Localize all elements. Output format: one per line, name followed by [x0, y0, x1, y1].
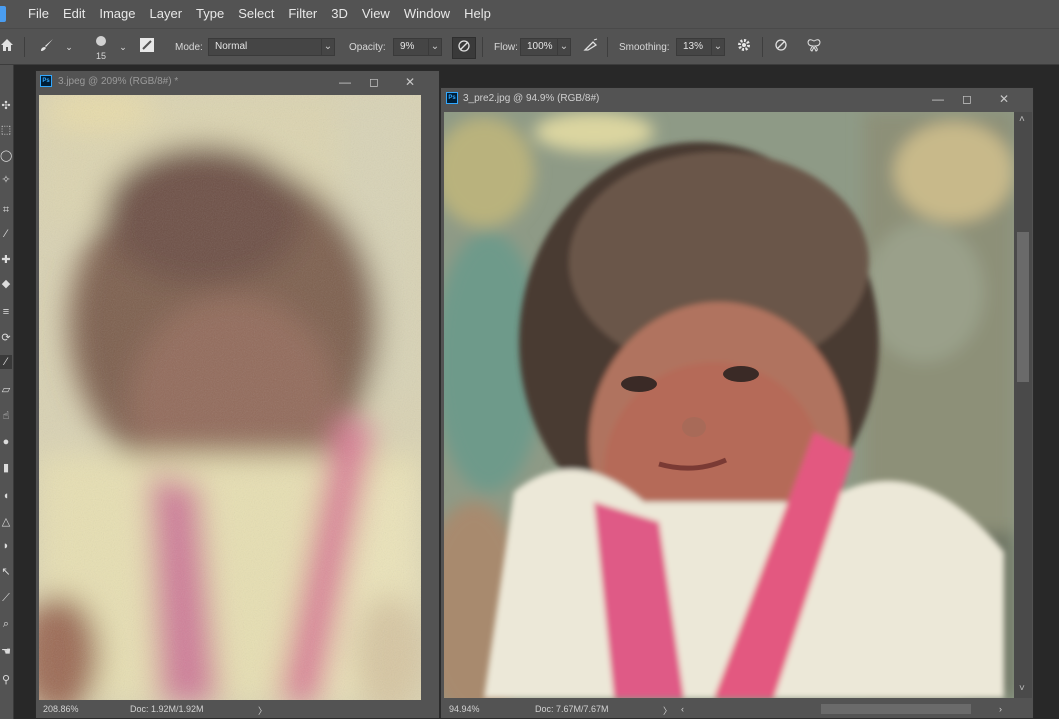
separator [482, 37, 483, 57]
doc-size: Doc: 7.67M/7.67M [535, 704, 609, 714]
flow-label: Flow: [494, 42, 518, 53]
menu-3d[interactable]: 3D [325, 0, 356, 28]
blur-tool-icon[interactable]: ◖ [0, 489, 12, 503]
separator [24, 37, 25, 57]
minimize-icon[interactable]: — [337, 74, 353, 90]
smoothing-label: Smoothing: [619, 42, 670, 53]
menu-filter[interactable]: Filter [282, 0, 325, 28]
chevron-down-icon[interactable]: ⌄ [321, 38, 335, 56]
patch-tool-icon[interactable]: ◆ [0, 277, 12, 291]
mode-label: Mode: [175, 42, 203, 53]
tools-panel: ✣ ⬚ ◯ ✧ ⌗ ⁄ ✚ ◆ ≡ ⟳ ⁄ ▱ ☝ ● ▮ ◖ △ ◗ ↖ ⟋ … [0, 65, 14, 719]
document-tab[interactable]: Ps 3_pre2.jpg @ 94.9% (RGB/8#) — ◻ ✕ [441, 88, 1033, 110]
status-bar: 94.94% Doc: 7.67M/7.67M 〉 ‹ › [441, 700, 1033, 718]
vertical-scrollbar[interactable]: ˄ ˅ [1014, 112, 1032, 698]
document-window-enhanced[interactable]: Ps 3_pre2.jpg @ 94.9% (RGB/8#) — ◻ ✕ ˄ ˅… [440, 87, 1034, 719]
doc-size: Doc: 1.92M/1.92M [130, 704, 204, 714]
smudge-tool-icon[interactable]: ☝ [0, 409, 12, 423]
opacity-label: Opacity: [349, 42, 386, 53]
opacity-input[interactable]: 9% [393, 38, 429, 56]
healing-tool-icon[interactable]: ✚ [0, 253, 12, 267]
image-canvas-original[interactable] [39, 95, 421, 702]
separator [607, 37, 608, 57]
image-canvas-enhanced[interactable] [444, 112, 1014, 698]
status-bar: 208.86% Doc: 1.92M/1.92M 〉 [36, 700, 439, 718]
restore-icon[interactable]: ◻ [959, 91, 975, 107]
chevron-down-icon[interactable]: ⌄ [58, 37, 80, 57]
hand-tool-icon[interactable]: ☚ [0, 645, 12, 659]
scroll-up-icon[interactable]: ˄ [1019, 114, 1025, 125]
chevron-down-icon[interactable]: ⌄ [557, 38, 571, 56]
menu-view[interactable]: View [356, 0, 398, 28]
document-tab[interactable]: Ps 3.jpeg @ 209% (RGB/8#) * — ◻ ✕ [36, 71, 439, 93]
brush-size-value: 15 [96, 51, 107, 61]
lasso-tool-icon[interactable]: ◯ [0, 149, 12, 163]
butterfly-symmetry-icon[interactable] [803, 37, 825, 57]
enhanced-photo-image [444, 112, 1014, 698]
crop-tool-icon[interactable]: ⌗ [0, 203, 12, 217]
brush-tool-icon[interactable] [36, 37, 58, 57]
menu-edit[interactable]: Edit [57, 0, 93, 28]
document-title: 3_pre2.jpg @ 94.9% (RGB/8#) [463, 93, 600, 104]
scroll-left-icon[interactable]: ‹ [681, 704, 684, 714]
minimize-icon[interactable]: — [930, 91, 946, 107]
menu-help[interactable]: Help [458, 0, 499, 28]
brush-tool-active-icon[interactable]: ⁄ [0, 355, 12, 369]
smoothing-input[interactable]: 13% [676, 38, 712, 56]
horizontal-scroll-thumb[interactable] [821, 704, 971, 714]
shape-tool-icon[interactable]: ⟋ [0, 591, 12, 605]
menu-type[interactable]: Type [190, 0, 232, 28]
zoom-level[interactable]: 94.94% [449, 704, 480, 714]
pen-tool-icon[interactable]: △ [0, 515, 12, 529]
zoom-level[interactable]: 208.86% [43, 704, 79, 714]
gradient-tool-icon[interactable]: ▮ [0, 461, 12, 475]
close-icon[interactable]: ✕ [402, 74, 418, 90]
separator [762, 37, 763, 57]
chevron-down-icon[interactable]: ⌄ [112, 37, 134, 57]
menu-image[interactable]: Image [93, 0, 143, 28]
scroll-right-icon[interactable]: › [999, 704, 1002, 714]
menu-select[interactable]: Select [232, 0, 282, 28]
eyedropper-tool-icon[interactable]: ⁄ [0, 227, 12, 241]
marquee-tool-icon[interactable]: ⬚ [0, 123, 12, 137]
vertical-scroll-thumb[interactable] [1017, 232, 1029, 382]
document-title: 3.jpeg @ 209% (RGB/8#) * [58, 76, 179, 87]
status-menu-arrow-icon[interactable]: 〉 [663, 704, 672, 717]
pressure-size-icon[interactable] [770, 37, 792, 57]
quick-select-tool-icon[interactable]: ✧ [0, 173, 12, 187]
menu-window[interactable]: Window [398, 0, 458, 28]
history-brush-tool-icon[interactable]: ⟳ [0, 331, 12, 345]
airbrush-icon[interactable] [580, 37, 602, 57]
eraser-tool-icon[interactable]: ▱ [0, 383, 12, 397]
chevron-down-icon[interactable]: ⌄ [711, 38, 725, 56]
mode-select[interactable]: Normal [208, 38, 322, 56]
options-bar: ⌄ 15 ⌄ Mode: Normal ⌄ Opacity: 9% ⌄ Flow… [0, 28, 1059, 65]
move-tool-icon[interactable]: ✣ [0, 99, 12, 113]
clone-stamp-tool-icon[interactable]: ≡ [0, 305, 12, 319]
close-icon[interactable]: ✕ [996, 91, 1012, 107]
brush-preset-icon[interactable] [90, 33, 112, 53]
document-window-original[interactable]: Ps 3.jpeg @ 209% (RGB/8#) * — ◻ ✕ 208.86… [35, 70, 440, 719]
app-logo-icon[interactable] [0, 6, 6, 22]
flow-input[interactable]: 100% [520, 38, 558, 56]
home-icon[interactable] [0, 37, 18, 57]
dodge-tool-icon[interactable]: ● [0, 435, 12, 449]
scroll-down-icon[interactable]: ˅ [1019, 683, 1025, 694]
restore-icon[interactable]: ◻ [366, 74, 382, 90]
type-tool-icon[interactable]: ◗ [0, 539, 12, 553]
zoom-tool-icon[interactable]: ⌕ [0, 617, 12, 631]
zoom-tool-icon[interactable]: ⚲ [0, 673, 12, 687]
photoshop-file-icon: Ps [40, 75, 52, 87]
chevron-down-icon[interactable]: ⌄ [428, 38, 442, 56]
path-select-tool-icon[interactable]: ↖ [0, 565, 12, 579]
photoshop-file-icon: Ps [446, 92, 458, 104]
status-menu-arrow-icon[interactable]: 〉 [258, 704, 267, 717]
gear-icon[interactable] [733, 37, 755, 57]
pressure-opacity-icon[interactable] [452, 37, 476, 59]
menu-file[interactable]: File [22, 0, 57, 28]
menu-bar: File Edit Image Layer Type Select Filter… [0, 0, 1059, 28]
brush-settings-icon[interactable] [136, 37, 158, 57]
blurry-photo-image [39, 95, 421, 702]
menu-layer[interactable]: Layer [144, 0, 191, 28]
